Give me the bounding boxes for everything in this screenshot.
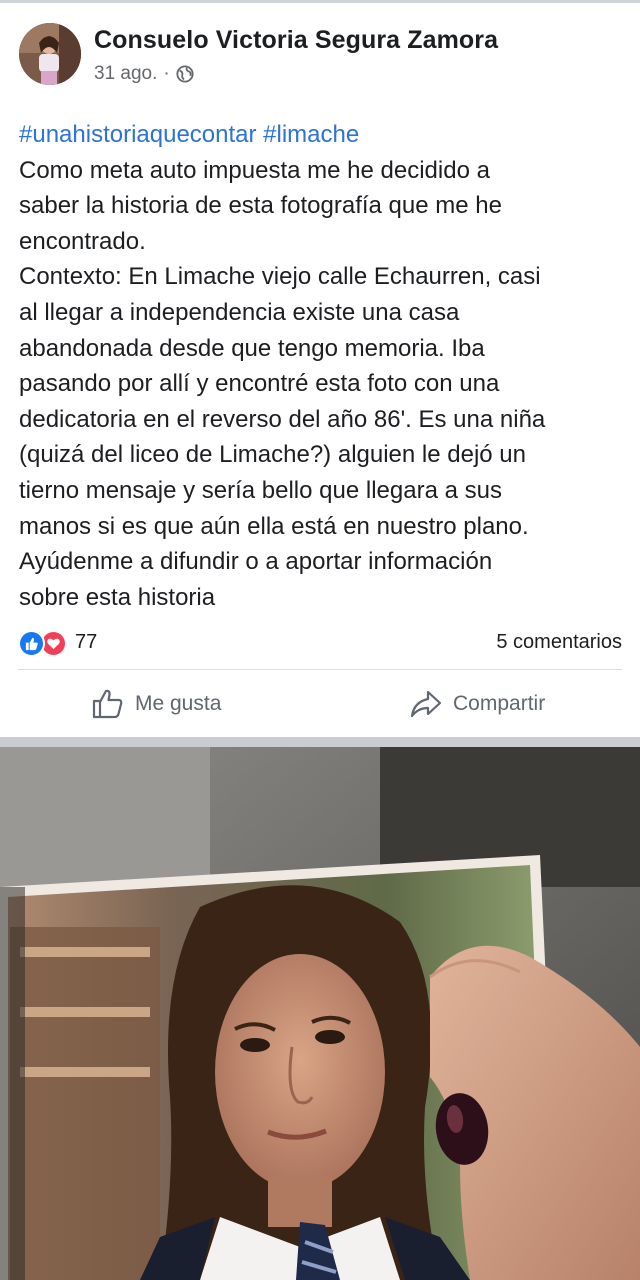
post-body-line: encontrado. xyxy=(19,227,146,255)
post-body-line: dedicatoria en el reverso del año 86'. E… xyxy=(19,405,546,433)
globe-icon xyxy=(176,65,194,83)
post-actions: Me gusta Compartir xyxy=(0,680,640,732)
post-body-line: saber la historia de esta fotografía que… xyxy=(19,192,502,220)
like-reaction-icon xyxy=(18,630,45,657)
post-body-line: sobre esta historia xyxy=(19,583,216,611)
post-body-line: tierno mensaje y sería bello que llegara… xyxy=(19,476,502,504)
author-name[interactable]: Consuelo Victoria Segura Zamora xyxy=(94,26,498,55)
top-divider xyxy=(0,0,640,3)
like-label: Me gusta xyxy=(135,692,222,715)
post-body-line: al llegar a independencia existe una cas… xyxy=(19,298,460,326)
comments-count[interactable]: 5 comentarios xyxy=(496,631,622,654)
post-body-line: Contexto: En Limache viejo calle Echaurr… xyxy=(19,263,541,291)
share-label: Compartir xyxy=(453,692,546,715)
post-body-line: abandonada desde que tengo memoria. Iba xyxy=(19,334,485,362)
post-body-line: Ayúdenme a difundir o a aportar informac… xyxy=(19,548,493,576)
post-body: #unahistoriaquecontar #limache Como meta… xyxy=(19,117,625,615)
post-body-line: (quizá del liceo de Limache?) alguien le… xyxy=(19,441,526,469)
post-body-line: Como meta auto impuesta me he decidido a xyxy=(19,156,490,184)
reaction-icons[interactable] xyxy=(18,630,70,658)
post-body-line: manos si es que aún ella está en nuestro… xyxy=(19,512,529,540)
share-icon xyxy=(410,690,442,718)
post-body-line: pasando por allí y encontré esta foto co… xyxy=(19,370,500,398)
reactions-bar: 77 5 comentarios xyxy=(18,628,622,660)
share-button[interactable]: Compartir xyxy=(409,688,545,720)
post-hashtags[interactable]: #unahistoriaquecontar #limache xyxy=(19,117,625,153)
post-date[interactable]: 31 ago. xyxy=(94,63,157,85)
actions-divider xyxy=(18,669,622,670)
like-button[interactable]: Me gusta xyxy=(91,688,221,720)
reaction-count[interactable]: 77 xyxy=(75,631,97,654)
avatar[interactable] xyxy=(19,23,81,85)
post-header: Consuelo Victoria Segura Zamora 31 ago. … xyxy=(0,18,640,92)
meta-separator: · xyxy=(163,63,170,84)
thumbs-up-icon xyxy=(92,689,123,719)
post-photo[interactable] xyxy=(0,747,640,1280)
post-meta: 31 ago. · xyxy=(94,63,194,85)
section-separator xyxy=(0,737,640,747)
